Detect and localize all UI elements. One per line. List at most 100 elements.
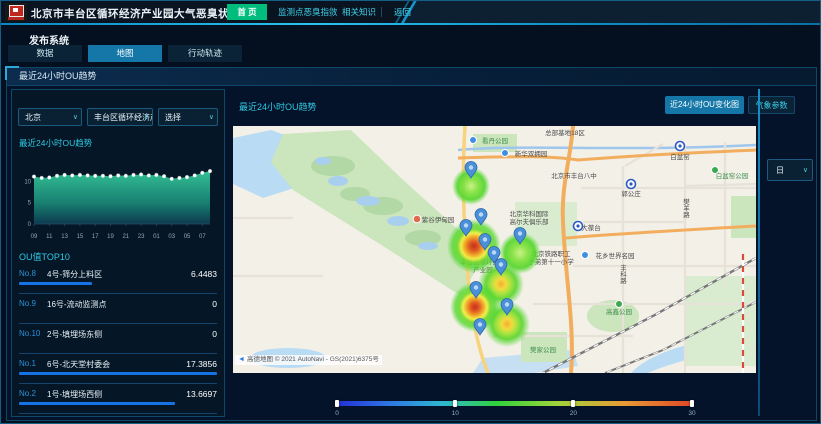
map-label: 白盆窑公园: [716, 171, 749, 180]
ou-change-map-button[interactable]: 近24小时OU变化图: [665, 96, 744, 114]
point-name: 2号-填埋场东侧: [47, 329, 102, 340]
city-select[interactable]: 北京 ∨: [18, 108, 82, 126]
rank-label: No.2: [19, 389, 36, 398]
svg-text:03: 03: [168, 234, 175, 240]
chevron-down-icon: ∨: [209, 109, 214, 126]
header: 北京市丰台区循环经济产业园大气恶臭状况实时 首 页 监测点恶臭指数 相关知识 返…: [1, 1, 820, 23]
svg-text:15: 15: [77, 234, 84, 240]
svg-text:13: 13: [61, 234, 68, 240]
app-logo-icon: [5, 3, 27, 21]
panel-header: 最近24小时OU趋势: [7, 68, 816, 86]
point-name: 6号-北天堂村委会: [47, 359, 110, 370]
heat-blob: [447, 219, 501, 273]
svg-text:0: 0: [28, 222, 32, 228]
ou-trend-chart: 0510091113151719212301030507: [16, 148, 218, 242]
ou-value: 0: [212, 299, 217, 309]
top10-title: OU值TOP10: [19, 250, 70, 263]
map-label: 北京市丰台八中: [551, 171, 597, 180]
dashboard-page: 北京市丰台区循环经济产业园大气恶臭状况实时 首 页 监测点恶臭指数 相关知识 返…: [0, 0, 821, 424]
svg-text:17: 17: [92, 234, 99, 240]
svg-text:01: 01: [153, 234, 160, 240]
weather-params-button[interactable]: 气象参数: [748, 96, 795, 114]
tab-data[interactable]: 数据: [8, 45, 82, 62]
legend-marker: [690, 400, 694, 407]
svg-text:05: 05: [184, 234, 191, 240]
top10-row[interactable]: No.8 4号-筛分上料区 6.4483: [19, 264, 217, 294]
map-label: 紫谷伊甸园: [422, 215, 455, 224]
time-granularity-select[interactable]: 日 ∨: [767, 159, 813, 181]
legend-tick-label: 30: [688, 410, 695, 417]
ou-value: 0: [212, 329, 217, 339]
map-label: 高尔夫俱乐部: [510, 217, 550, 226]
rank-label: No.8: [19, 269, 36, 278]
map-label: 樊家公园: [530, 345, 556, 354]
value-bar: [19, 402, 175, 405]
legend-marker: [453, 400, 457, 407]
top10-row[interactable]: No.9 16号-流动监测点 0: [19, 294, 217, 324]
left-sidebar-panel: 北京 ∨ 丰台区循环经济产 ∨ 选择 ∨ 最近24小时OU趋势 05100911…: [11, 89, 225, 417]
ou-value: 13.6697: [186, 389, 217, 399]
rank-label: No.1: [19, 359, 36, 368]
nav-separator: [331, 7, 332, 17]
legend-tick-label: 10: [452, 410, 459, 417]
value-bar: [19, 282, 92, 285]
map-label: 看丹公园: [482, 137, 508, 145]
top10-row[interactable]: No.1 6号-北天堂村委会 17.3856: [19, 354, 217, 384]
map-label: 新华双拥园: [515, 149, 548, 158]
nav-item-knowledge[interactable]: 相关知识: [335, 4, 383, 20]
legend-marker: [335, 400, 339, 407]
legend-tick-label: 20: [570, 410, 577, 417]
map-container[interactable]: 看丹公园 总部基地18区新华双拥园北京市丰台八中郭公庄 白盆窑白盆窑公园大葆台 北京华…: [233, 126, 756, 373]
vertical-divider: [758, 89, 760, 416]
point-select[interactable]: 选择 ∨: [158, 108, 218, 126]
rank-label: No.10: [19, 329, 40, 338]
map-canvas[interactable]: 看丹公园 总部基地18区新华双拥园北京市丰台八中郭公庄 白盆窑白盆窑公园大葆台 北京华…: [233, 126, 756, 373]
svg-text:23: 23: [138, 234, 145, 240]
legend-tick-label: 0: [335, 410, 339, 417]
top10-row[interactable]: No.10 2号-填埋场东侧 0: [19, 324, 217, 354]
nav-item-odor-index[interactable]: 监测点恶臭指数: [271, 4, 345, 20]
svg-text:19: 19: [107, 234, 114, 240]
nav-item-home[interactable]: 首 页: [227, 4, 267, 20]
map-section-title: 最近24小时OU趋势: [239, 100, 317, 113]
svg-text:21: 21: [122, 234, 129, 240]
tab-track[interactable]: 行动轨迹: [168, 45, 242, 62]
rank-label: No.9: [19, 299, 36, 308]
tab-map[interactable]: 地图: [88, 45, 162, 62]
top10-list: No.84号-筛分上料区6.4483No.916号-流动监测点0No.102号-…: [19, 264, 217, 414]
point-name: 4号-筛分上料区: [47, 269, 102, 280]
map-label: 高鑫公园: [606, 307, 632, 316]
svg-text:5: 5: [28, 201, 32, 207]
panel-title: 最近24小时OU趋势: [19, 68, 97, 85]
chevron-down-icon: ∨: [144, 109, 149, 126]
point-select-value: 选择: [165, 113, 181, 122]
ou-value: 17.3856: [186, 359, 217, 369]
svg-text:07: 07: [199, 234, 206, 240]
header-accent-line: [1, 23, 820, 25]
svg-text:09: 09: [31, 234, 38, 240]
svg-text:11: 11: [46, 234, 53, 240]
map-attribution: ◄高德地图 © 2021 AutoNavi - GS(2021)6375号: [235, 355, 382, 365]
map-label: 总部基地18区: [545, 128, 585, 137]
chevron-down-icon: ∨: [73, 109, 78, 126]
svg-text:10: 10: [24, 179, 31, 185]
point-name: 16号-流动监测点: [47, 299, 107, 310]
top10-row[interactable]: No.2 1号-填埋场西侧 13.6697: [19, 384, 217, 414]
point-name: 1号-填埋场西侧: [47, 389, 102, 400]
value-bar: [19, 372, 217, 375]
chevron-down-icon: ∨: [803, 160, 808, 182]
time-select-value: 日: [776, 166, 784, 175]
nav-background: [401, 1, 821, 23]
legend-marker: [571, 400, 575, 407]
nav-item-back[interactable]: 返回: [387, 4, 418, 20]
nav-separator: [381, 7, 382, 17]
park-select[interactable]: 丰台区循环经济产 ∨: [87, 108, 153, 126]
map-label: 大葆台: [581, 223, 601, 232]
heatmap-color-legend: [337, 401, 692, 406]
map-label: 北京华科国际: [510, 209, 550, 218]
map-label: 花乡世界名园: [596, 251, 635, 260]
map-label: 白盆窑: [670, 152, 690, 161]
city-select-value: 北京: [25, 113, 41, 122]
ou-value: 6.4483: [191, 269, 217, 279]
map-label: 郭公庄: [621, 189, 641, 198]
